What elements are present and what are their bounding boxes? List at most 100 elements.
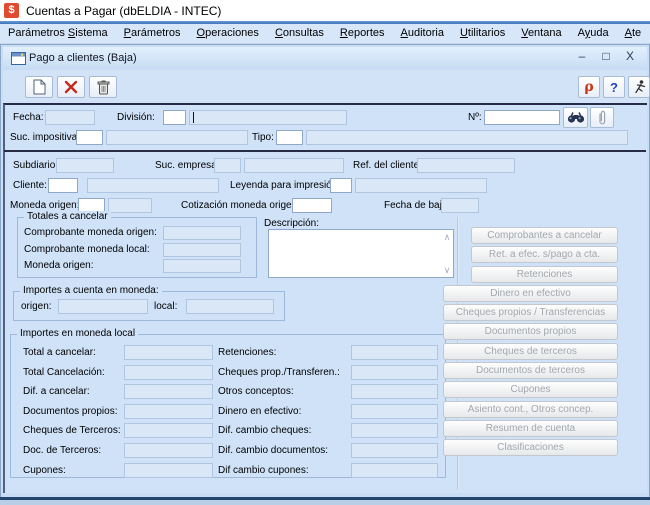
cheques-de-terceros-button[interactable]: Cheques de terceros [443,343,618,360]
importe-origen-input [58,299,148,314]
cupones-button[interactable]: Cupones [443,381,618,398]
ref-cliente-input [417,158,515,173]
menu-label-mnemonic: U [460,27,468,39]
menu-label-mnemonic: P [124,27,131,39]
cheques-prop-transferen-input [351,365,438,380]
local-label: local: [154,301,177,312]
menu-label-post: arámetros [131,27,181,39]
exit-button[interactable] [628,76,650,98]
moneda-origen-input [163,259,241,273]
delete-record-button[interactable] [89,76,117,98]
dif-cambio-cheques-label: Dif. cambio cheques: [218,425,311,436]
importes-cuenta-legend: Importes a cuenta en moneda: [20,285,162,296]
suc-impositiva-desc-input [106,130,248,145]
cotizacion-input[interactable] [292,198,332,213]
fecha-input [45,110,95,125]
menu-item-utilitarios[interactable]: Utilitarios [452,24,513,43]
menu-item-ate[interactable]: Ate [617,24,650,43]
division-label: División: [117,112,155,123]
menu-item-parametros[interactable]: Parámetros [116,24,189,43]
total-a-cancelar-label: Total a cancelar: [23,347,96,358]
menu-label-mnemonic: R [340,27,348,39]
ret-a-efec-s-pago-a-cta-button[interactable]: Ret. a efec. s/pago a cta. [471,246,618,263]
menu-label-mnemonic: O [197,27,206,39]
comprobante-moneda-local-label: Comprobante moneda local: [24,244,150,255]
cliente-code-input[interactable] [48,178,78,193]
menu-label-post: tilitarios [468,27,505,39]
new-record-button[interactable] [25,76,53,98]
menu-item-ayuda[interactable]: Ayuda [570,24,617,43]
menu-label-post: eportes [348,27,385,39]
cheques-propios-transferencias-button[interactable]: Cheques propios / Transferencias [443,304,618,321]
dinero-en-efectivo-label: Dinero en efectivo: [218,406,301,417]
text-caret [193,112,194,123]
close-button[interactable]: X [623,49,637,63]
red-x-icon [64,80,78,94]
separator-line [4,150,646,152]
menu-item-consultas[interactable]: Consultas [267,24,332,43]
dif-a-cancelar-label: Dif. a cancelar: [23,386,90,397]
doc-de-terceros-input [124,443,213,458]
cheques-de-terceros-input [124,423,213,438]
menu-item-ventana[interactable]: Ventana [513,24,569,43]
totales-group: Totales a cancelar Comprobante moneda or… [17,217,257,278]
menu-label-post: te [632,27,641,39]
tipo-label: Tipo: [252,132,274,143]
cliente-label: Cliente: [13,180,47,191]
asiento-cont-otros-concep-button[interactable]: Asiento cont., Otros concep. [443,401,618,418]
search-button[interactable] [563,107,588,128]
dinero-en-efectivo-button[interactable]: Dinero en efectivo [443,285,618,302]
total-cancelacion-input [124,365,213,380]
paperclip-icon [597,110,607,126]
dif-cambio-documentos-label: Dif. cambio documentos: [218,445,328,456]
menu-label-post: onsultas [283,27,324,39]
descripcion-textarea[interactable] [268,229,454,278]
menu-label-post: istema [75,27,107,39]
retenciones-button[interactable]: Retenciones [471,266,618,283]
cheques-prop-transferen-label: Cheques prop./Transferen.: [218,367,340,378]
nro-input[interactable] [484,110,560,125]
minimize-button[interactable]: – [575,49,589,63]
menu-item-reportes[interactable]: Reportes [332,24,393,43]
leyenda-desc-input [355,178,487,193]
help-question-icon: ? [610,80,618,95]
division-code-input[interactable] [163,110,186,125]
menu-item-parametros-sistema[interactable]: Parámetros Sistema [0,24,116,43]
moneda-origen-desc-input [108,198,152,213]
comprobantes-a-cancelar-button[interactable]: Comprobantes a cancelar [471,227,618,244]
resumen-de-cuenta-button[interactable]: Resumen de cuenta [443,420,618,437]
attachment-button[interactable] [590,107,614,128]
importe-local-input [186,299,274,314]
application-window: $ Cuentas a Pagar (dbELDIA - INTEC) Pará… [0,0,650,505]
suc-impositiva-input[interactable] [76,130,103,145]
tipo-input[interactable] [276,130,303,145]
menu-item-auditoria[interactable]: Auditoria [393,24,452,43]
leyenda-label: Leyenda para impresión: [230,180,340,191]
dinero-en-efectivo-input [351,404,438,419]
suc-empresa-desc-input [244,158,344,173]
menu-label-pre: A [578,27,585,39]
comprobante-moneda-origen-input [163,226,241,240]
maximize-button[interactable]: □ [599,49,613,63]
documentos-propios-button[interactable]: Documentos propios [443,323,618,340]
desktop-strip [0,500,650,505]
cupones-input [124,463,213,478]
filter-rho-button[interactable]: ρ [578,76,600,98]
cancel-record-button[interactable] [57,76,85,98]
menu-item-operaciones[interactable]: Operaciones [189,24,267,43]
documentos-propios-input [124,404,213,419]
importes-local-group: Importes en moneda local Total a cancela… [10,334,446,478]
documentos-de-terceros-button[interactable]: Documentos de terceros [443,362,618,379]
help-button[interactable]: ? [603,76,625,98]
leyenda-code-input[interactable] [330,178,352,193]
menu-label-post: uditoria [408,27,444,39]
clasificaciones-button[interactable]: Clasificaciones [443,439,618,456]
menu-label-post: peraciones [205,27,259,39]
dif-cambio-cheques-input [351,423,438,438]
menu-label-mnemonic: A [401,27,408,39]
comprobante-moneda-origen-label: Comprobante moneda origen: [24,227,157,238]
running-person-icon [632,79,647,95]
side-button-panel: Comprobantes a cancelar Ret. a efec. s/pa… [443,227,618,459]
suc-impositiva-label: Suc. impositiva: [10,132,80,143]
child-window-title: Pago a clientes (Baja) [29,52,137,64]
